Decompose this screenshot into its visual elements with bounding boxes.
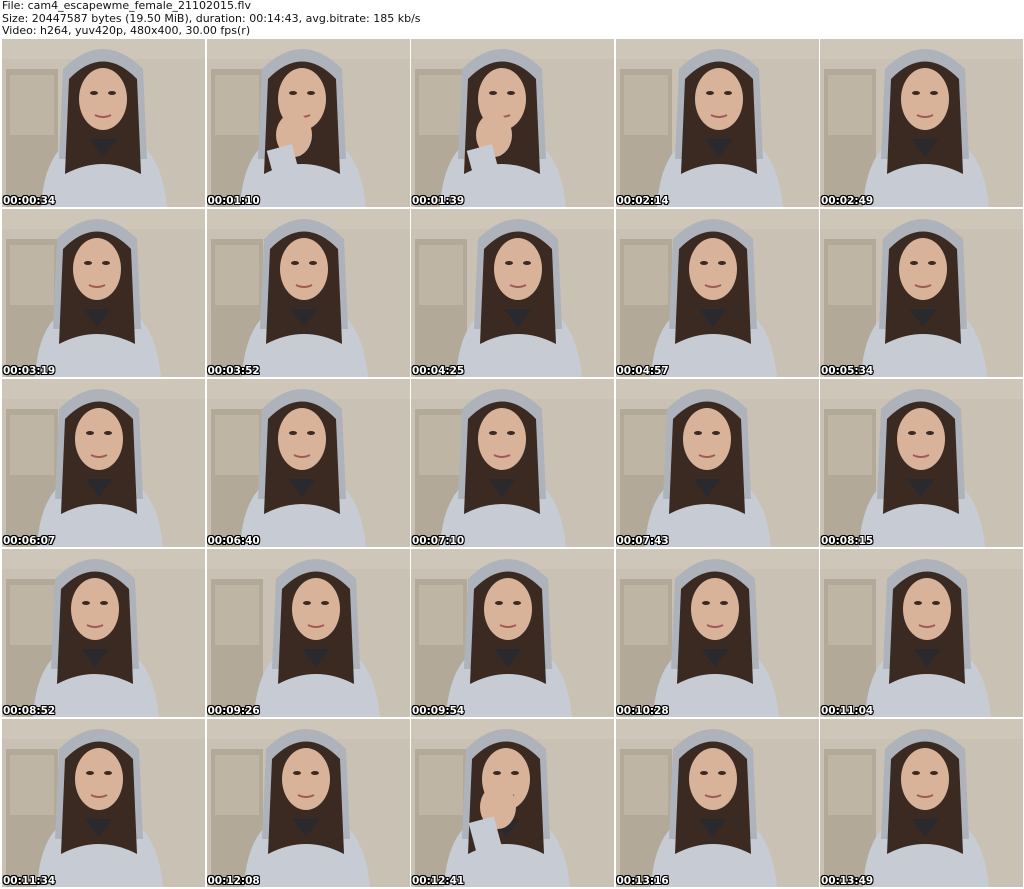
- video-thumbnail: 00:03:19: [2, 209, 205, 377]
- thumbnail-timestamp: 00:03:52: [207, 365, 260, 377]
- video-thumbnail: 00:12:41: [411, 719, 614, 887]
- video-thumbnail: 00:13:16: [615, 719, 819, 887]
- video-thumbnail: 00:11:04: [820, 549, 1023, 717]
- webcam-frame-image: [411, 209, 614, 377]
- webcam-frame-image: [206, 549, 410, 717]
- video-thumbnail: 00:02:49: [820, 39, 1023, 207]
- video-thumbnail: 00:02:14: [615, 39, 819, 207]
- webcam-frame-image: [206, 719, 410, 887]
- webcam-frame-image: [615, 379, 819, 547]
- video-thumbnail: 00:03:52: [206, 209, 410, 377]
- thumbnail-timestamp: 00:13:16: [616, 875, 669, 887]
- webcam-frame-image: [2, 209, 205, 377]
- file-info-header: File: cam4_escapewme_female_21102015.flv…: [2, 0, 1022, 38]
- video-thumbnail: 00:00:34: [2, 39, 205, 207]
- thumbnail-timestamp: 00:11:04: [821, 705, 874, 717]
- webcam-frame-image: [411, 719, 614, 887]
- thumbnail-timestamp: 00:10:28: [616, 705, 669, 717]
- webcam-frame-image: [615, 209, 819, 377]
- video-thumbnail: 00:05:34: [820, 209, 1023, 377]
- thumbnail-timestamp: 00:01:10: [207, 195, 260, 207]
- video-thumbnail: 00:04:25: [411, 209, 614, 377]
- thumbnail-timestamp: 00:06:07: [3, 535, 56, 547]
- video-thumbnail: 00:11:34: [2, 719, 205, 887]
- video-thumbnail: 00:09:54: [411, 549, 614, 717]
- video-thumbnail: 00:12:08: [206, 719, 410, 887]
- webcam-frame-image: [820, 549, 1023, 717]
- webcam-frame-image: [615, 39, 819, 207]
- webcam-frame-image: [820, 209, 1023, 377]
- webcam-frame-image: [206, 39, 410, 207]
- thumbnail-timestamp: 00:02:14: [616, 195, 669, 207]
- webcam-frame-image: [820, 379, 1023, 547]
- thumbnail-timestamp: 00:07:43: [616, 535, 669, 547]
- thumbnail-timestamp: 00:08:52: [3, 705, 56, 717]
- thumbnail-timestamp: 00:12:08: [207, 875, 260, 887]
- webcam-frame-image: [411, 39, 614, 207]
- thumbnail-timestamp: 00:03:19: [3, 365, 56, 377]
- video-thumbnail: 00:10:28: [615, 549, 819, 717]
- webcam-frame-image: [820, 39, 1023, 207]
- thumbnail-timestamp: 00:09:26: [207, 705, 260, 717]
- video-thumbnail: 00:06:07: [2, 379, 205, 547]
- thumbnail-timestamp: 00:09:54: [412, 705, 465, 717]
- thumbnail-timestamp: 00:12:41: [412, 875, 465, 887]
- thumbnail-timestamp: 00:13:49: [821, 875, 874, 887]
- webcam-frame-image: [206, 379, 410, 547]
- thumbnail-timestamp: 00:06:40: [207, 535, 260, 547]
- video-thumbnail: 00:01:10: [206, 39, 410, 207]
- thumbnail-timestamp: 00:08:15: [821, 535, 874, 547]
- webcam-frame-image: [2, 39, 205, 207]
- webcam-frame-image: [820, 719, 1023, 887]
- webcam-frame-image: [411, 549, 614, 717]
- webcam-frame-image: [615, 719, 819, 887]
- video-thumbnail: 00:01:39: [411, 39, 614, 207]
- webcam-frame-image: [2, 549, 205, 717]
- video-thumbnail: 00:08:52: [2, 549, 205, 717]
- file-name-line: File: cam4_escapewme_female_21102015.flv: [2, 0, 251, 12]
- video-thumbnail: 00:09:26: [206, 549, 410, 717]
- thumbnail-timestamp: 00:05:34: [821, 365, 874, 377]
- video-thumbnail: 00:07:43: [615, 379, 819, 547]
- thumbnail-timestamp: 00:04:57: [616, 365, 669, 377]
- webcam-frame-image: [2, 379, 205, 547]
- thumbnail-timestamp: 00:02:49: [821, 195, 874, 207]
- video-thumbnail: 00:06:40: [206, 379, 410, 547]
- webcam-frame-image: [615, 549, 819, 717]
- thumbnail-timestamp: 00:04:25: [412, 365, 465, 377]
- thumbnail-timestamp: 00:01:39: [412, 195, 465, 207]
- video-thumbnail: 00:08:15: [820, 379, 1023, 547]
- video-info-line: Video: h264, yuv420p, 480x400, 30.00 fps…: [2, 24, 251, 37]
- video-thumbnail: 00:04:57: [615, 209, 819, 377]
- thumbnail-timestamp: 00:07:10: [412, 535, 465, 547]
- thumbnail-timestamp: 00:11:34: [3, 875, 56, 887]
- webcam-frame-image: [411, 379, 614, 547]
- video-thumbnail: 00:07:10: [411, 379, 614, 547]
- thumbnail-timestamp: 00:00:34: [3, 195, 56, 207]
- thumbnail-grid: 00:00:34 00:01:10 00:01:39 00:02:14 00:0…: [2, 39, 1023, 887]
- webcam-frame-image: [206, 209, 410, 377]
- video-thumbnail: 00:13:49: [820, 719, 1023, 887]
- webcam-frame-image: [2, 719, 205, 887]
